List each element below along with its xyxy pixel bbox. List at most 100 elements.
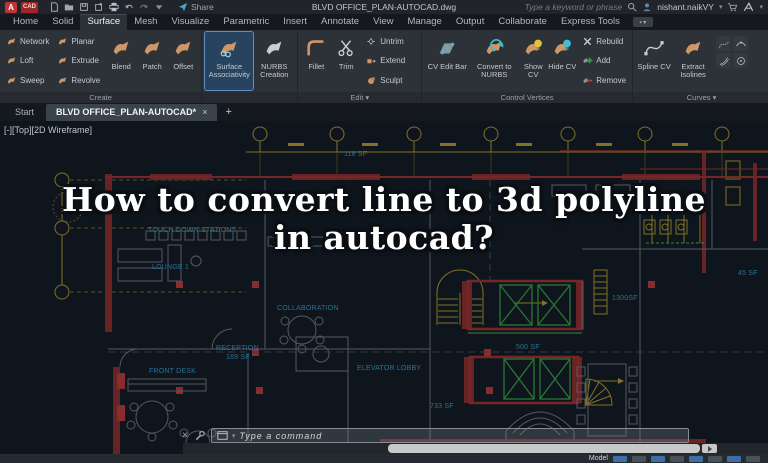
command-menu-caret-icon[interactable]: ▾	[232, 432, 236, 440]
ribbon-tab-home[interactable]: Home	[6, 14, 45, 30]
new-file-button[interactable]	[49, 2, 59, 12]
osnap-toggle-icon[interactable]	[689, 456, 703, 462]
autocad-logo-icon[interactable]: A	[5, 2, 17, 13]
planar-button[interactable]: Planar	[54, 32, 103, 51]
ribbon-tab-solid[interactable]: Solid	[45, 14, 80, 30]
file-tab-start[interactable]: Start	[5, 104, 44, 121]
snap-mode-toggle-icon[interactable]	[632, 456, 646, 462]
room-label: ELEVATOR LOBBY	[357, 365, 421, 372]
extrude-button[interactable]: Extrude	[54, 51, 103, 70]
convert-to-nurbs-button[interactable]: Convert to NURBS	[470, 32, 518, 90]
sculpt-button[interactable]: Sculpt	[363, 71, 408, 90]
floor-plan	[0, 121, 768, 454]
revolve-button[interactable]: Revolve	[54, 71, 103, 90]
search-input[interactable]: Type a keyword or phrase	[525, 2, 623, 12]
surface-associativity-button[interactable]: Surface Associativity	[205, 32, 253, 90]
show-cv-button[interactable]: Show CV	[519, 32, 547, 90]
panel-label[interactable]: Control Vertices	[422, 92, 632, 103]
ribbon-tab-mesh[interactable]: Mesh	[127, 14, 164, 30]
ribbon-tab-annotate[interactable]: Annotate	[314, 14, 366, 30]
blend-curve-button[interactable]	[733, 36, 748, 51]
search-icon[interactable]	[627, 2, 637, 12]
ribbon-panel-curves: Spline CVExtract Isolines Curves ▾	[633, 30, 768, 103]
ribbon-tab-output[interactable]: Output	[449, 14, 492, 30]
isolate-objects-toggle-icon[interactable]	[746, 456, 760, 462]
new-tab-button[interactable]: +	[219, 105, 237, 121]
panel-label[interactable]: Create	[0, 92, 201, 103]
close-command-icon[interactable]: ×	[182, 431, 188, 441]
ribbon-tab-parametric[interactable]: Parametric	[216, 14, 276, 30]
spline-cv-button[interactable]: Spline CV	[636, 32, 672, 90]
autodesk-logo-icon[interactable]	[743, 2, 754, 12]
plot-button[interactable]	[109, 2, 119, 12]
autodesk-menu-caret-icon[interactable]: ▾	[759, 3, 763, 11]
ribbon-tab-express-tools[interactable]: Express Tools	[554, 14, 627, 30]
surface-associativity-icon	[218, 37, 240, 59]
nurbs-creation-button[interactable]: NURBS Creation	[254, 32, 294, 90]
sweep-button[interactable]: Sweep	[3, 71, 52, 90]
cv-edit-bar-button[interactable]: CV Edit Bar	[425, 32, 469, 90]
rebuild-button[interactable]: Rebuild	[579, 32, 629, 51]
add-icon	[582, 55, 593, 66]
panel-label[interactable]: Edit ▾	[298, 92, 421, 103]
spline-freehand-button[interactable]	[716, 36, 731, 51]
undo-button[interactable]	[124, 2, 134, 12]
command-input[interactable]: ▾ Type a command	[211, 428, 689, 443]
extend-button[interactable]: Extend	[363, 51, 408, 70]
file-tab-active[interactable]: BLVD OFFICE_PLAN-AUTOCAD* ×	[46, 104, 217, 121]
panel-label[interactable]: Curves ▾	[633, 92, 768, 103]
close-tab-icon[interactable]: ×	[202, 107, 207, 117]
patch-button[interactable]: Patch	[137, 32, 167, 90]
user-menu-caret-icon[interactable]: ▾	[719, 3, 723, 11]
open-file-icon	[64, 2, 74, 12]
annotation-scale-toggle-icon[interactable]	[708, 456, 722, 462]
model-space-button[interactable]: Model	[589, 455, 608, 462]
panel-label[interactable]	[202, 92, 297, 103]
ribbon-tab-insert[interactable]: Insert	[276, 14, 314, 30]
workspace-toggle-icon[interactable]	[727, 456, 741, 462]
offset-button[interactable]: Offset	[168, 32, 198, 90]
polar-tracking-toggle-icon[interactable]	[670, 456, 684, 462]
extend-label: Extend	[380, 56, 405, 65]
room-label: COLLABORATION	[277, 305, 339, 312]
blend-button[interactable]: Blend	[106, 32, 136, 90]
ribbon-tab-manage[interactable]: Manage	[400, 14, 448, 30]
share-button[interactable]: Share	[178, 2, 214, 12]
customize-wrench-icon[interactable]	[194, 430, 205, 441]
rebuild-label: Rebuild	[596, 37, 623, 46]
add-button[interactable]: Add	[579, 51, 629, 70]
open-file-button[interactable]	[64, 2, 74, 12]
horizontal-scrollbar[interactable]	[183, 443, 768, 454]
fillet-button[interactable]: Fillet	[301, 32, 331, 90]
network-button[interactable]: Network	[3, 32, 52, 51]
ribbon-display-options-button[interactable]: ▪ ▾	[633, 17, 653, 27]
overlay-title-line2: in autocad?	[0, 219, 768, 257]
ribbon-tab-collaborate[interactable]: Collaborate	[491, 14, 554, 30]
remove-button[interactable]: Remove	[579, 71, 629, 90]
user-avatar-icon[interactable]	[642, 2, 652, 12]
scroll-right-arrow-icon[interactable]	[702, 444, 717, 453]
ribbon-tab-surface[interactable]: Surface	[80, 14, 127, 30]
ribbon-tab-visualize[interactable]: Visualize	[164, 14, 216, 30]
ortho-toggle-icon[interactable]	[651, 456, 665, 462]
extract-isolines-button[interactable]: Extract Isolines	[673, 32, 713, 90]
drawing-canvas[interactable]: 118 SFTOUCH DOWN STATIONSLOUNGE 1COLLABO…	[0, 121, 768, 454]
username-label[interactable]: nishant.naikVY	[657, 2, 714, 12]
untrim-button[interactable]: Untrim	[363, 32, 408, 51]
trim-button[interactable]: Trim	[332, 32, 360, 90]
loft-button[interactable]: Loft	[3, 51, 52, 70]
untrim-label: Untrim	[380, 37, 404, 46]
save-as-button[interactable]	[94, 2, 104, 12]
hide-cv-button[interactable]: Hide CV	[548, 32, 576, 90]
customize-dropdown-button[interactable]	[154, 2, 164, 12]
save-button[interactable]	[79, 2, 89, 12]
redo-button[interactable]	[139, 2, 149, 12]
app-store-cart-icon[interactable]	[727, 2, 738, 12]
ribbon-tab-view[interactable]: View	[366, 14, 400, 30]
viewport-controls[interactable]: [-][Top][2D Wireframe]	[4, 125, 92, 135]
scrollbar-thumb[interactable]	[388, 444, 700, 453]
offset-curve-button[interactable]	[716, 53, 731, 68]
grid-toggle-icon[interactable]	[613, 456, 627, 462]
room-label: FRONT DESK	[149, 368, 196, 375]
project-curve-button[interactable]	[733, 53, 748, 68]
